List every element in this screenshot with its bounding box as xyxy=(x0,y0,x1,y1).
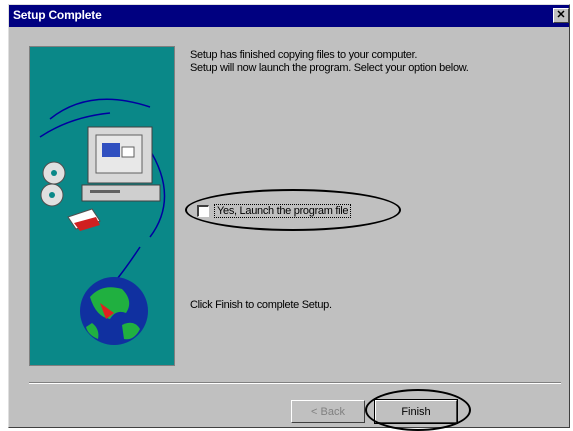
computer-icon xyxy=(81,126,161,202)
cd-discs-icon xyxy=(40,161,66,207)
finish-instruction: Click Finish to complete Setup. xyxy=(190,299,332,311)
message-line-2: Setup will now launch the program. Selec… xyxy=(190,62,469,74)
launch-program-label[interactable]: Yes, Launch the program file xyxy=(214,204,352,218)
close-icon: ✕ xyxy=(556,9,566,21)
computer-globe-illustration xyxy=(39,98,166,345)
globe-icon xyxy=(80,277,148,345)
close-button[interactable]: ✕ xyxy=(553,8,569,23)
finish-button[interactable]: Finish xyxy=(374,399,458,424)
launch-program-checkbox[interactable] xyxy=(197,205,209,217)
launch-program-option[interactable]: Yes, Launch the program file xyxy=(197,202,352,220)
papers-icon xyxy=(67,208,101,231)
button-separator xyxy=(29,382,561,384)
setup-complete-dialog: Setup Complete ✕ Setup has finished copy… xyxy=(8,4,570,431)
window-title: Setup Complete xyxy=(13,8,102,22)
message-line-1: Setup has finished copying files to your… xyxy=(190,49,418,61)
completion-message: Setup has finished copying files to your… xyxy=(190,49,469,75)
back-button[interactable]: < Back xyxy=(291,400,365,423)
title-bar: Setup Complete ✕ xyxy=(9,5,569,27)
setup-illustration xyxy=(29,46,175,366)
